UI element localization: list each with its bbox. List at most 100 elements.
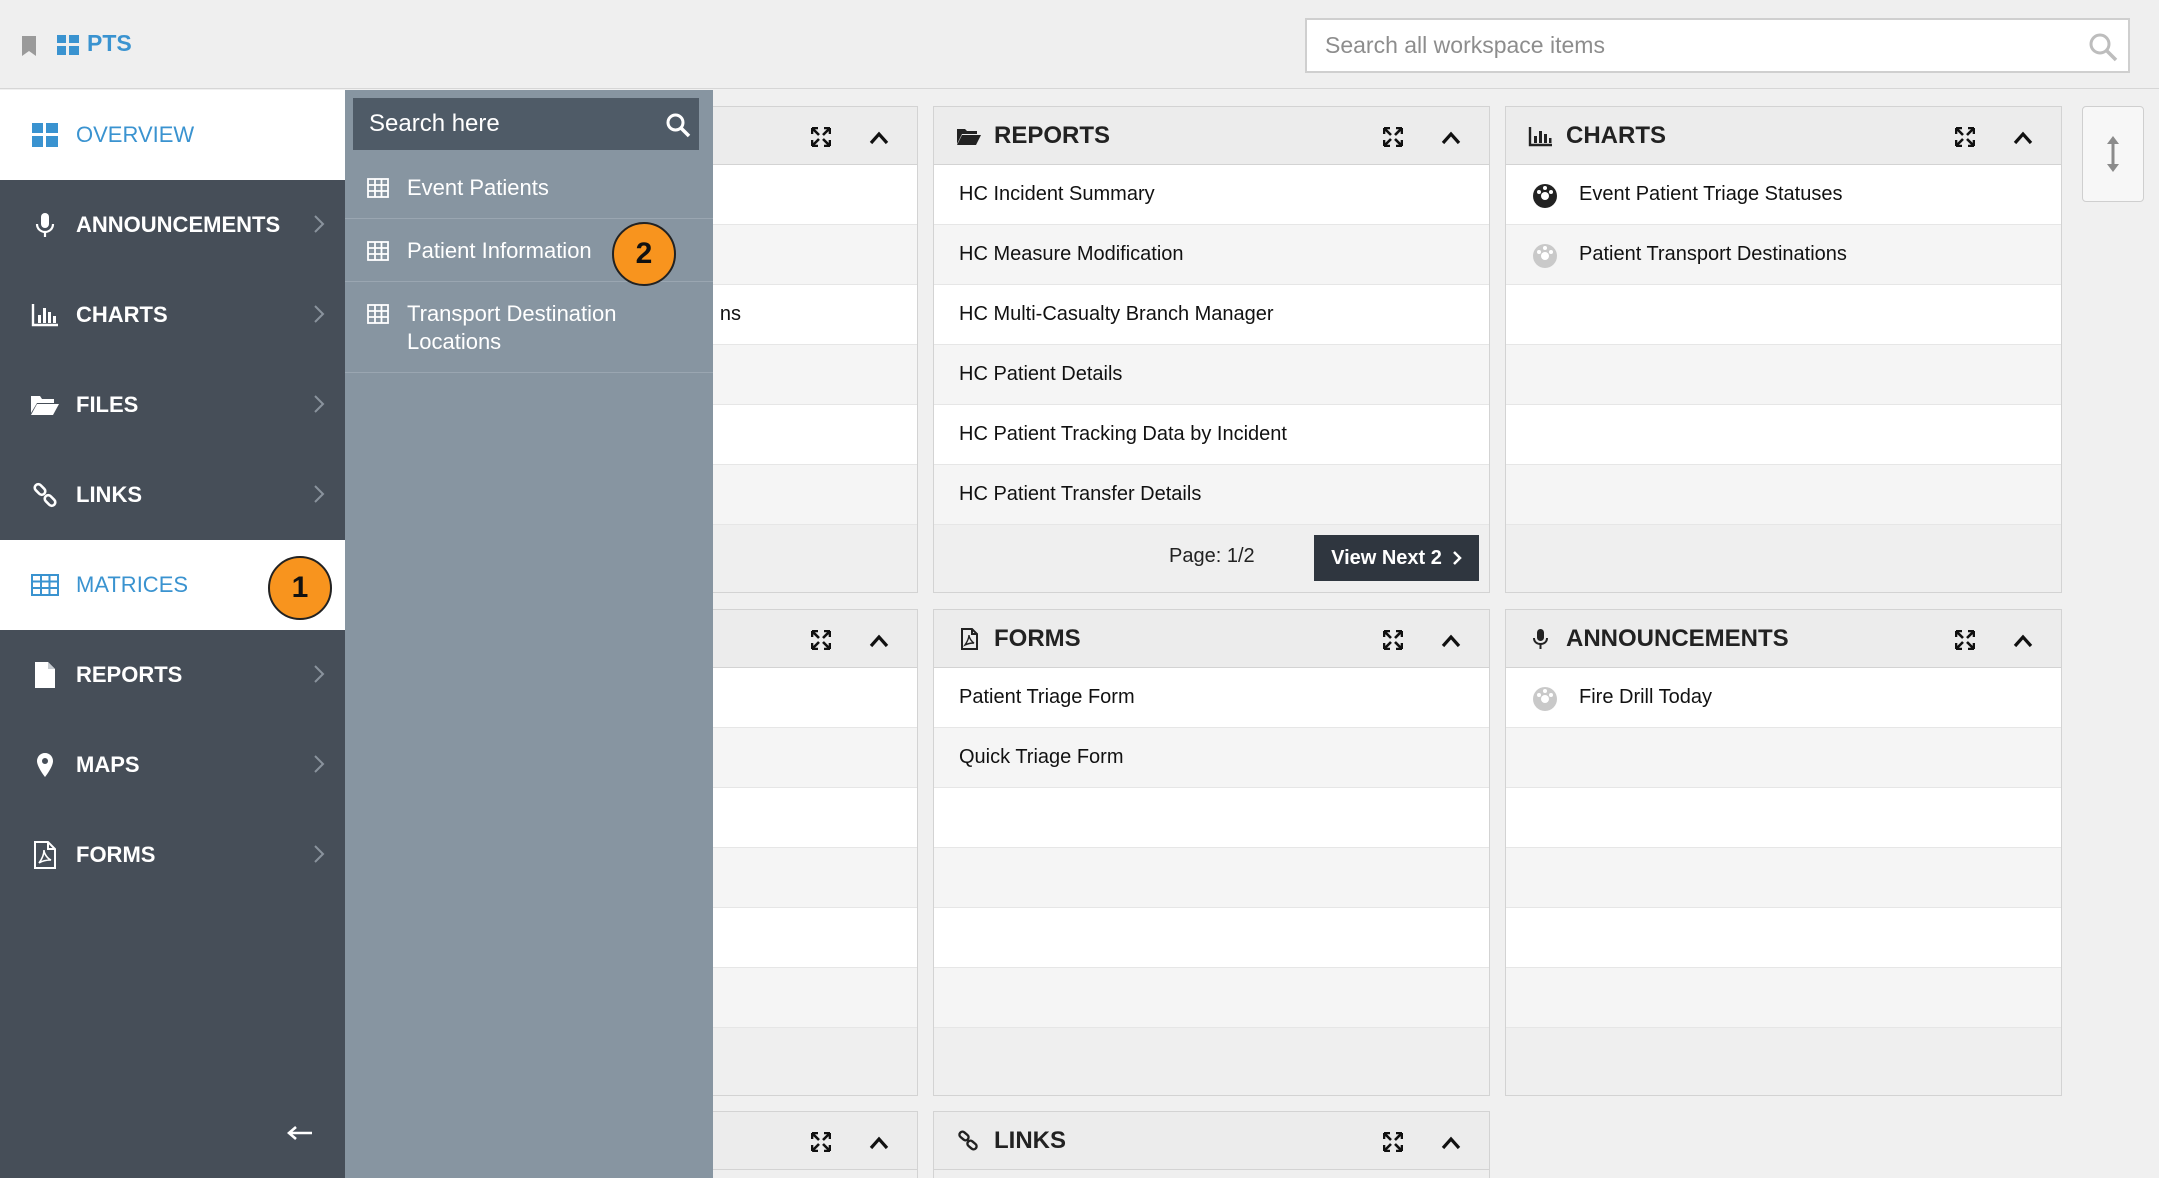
step-badge-2: 2 [612,222,676,286]
list-item [1506,968,2061,1028]
list-item [1506,728,2061,788]
page-indicator: Page: 1/2 [1169,545,1255,567]
sidebar-item-files[interactable]: FILES [0,360,345,450]
chart-item[interactable]: Event Patient Triage Statuses [1506,165,2061,225]
chevron-up-icon[interactable] [1441,634,1461,648]
panel-header: FORMS [934,610,1489,668]
panel-list: Patient Triage Form Quick Triage Form [934,668,1489,1028]
report-item[interactable]: HC Measure Modification [934,225,1489,285]
grid-icon [30,122,60,148]
chart-item-label: Patient Transport Destinations [1579,243,1847,265]
top-bar: PTS [0,0,2159,89]
chevron-up-icon[interactable] [869,634,889,648]
map-pin-icon [30,752,60,778]
chevron-right-icon [314,305,325,323]
workspace-name[interactable]: PTS [87,30,132,57]
report-item[interactable]: HC Multi-Casualty Branch Manager [934,285,1489,345]
panel-header: ANNOUNCEMENTS [1506,610,2061,668]
dashboard-gauge-icon [1533,183,1557,208]
announcement-item[interactable]: Fire Drill Today [1506,668,2061,728]
list-item [1506,788,2061,848]
panel-title: FORMS [994,624,1081,652]
form-item[interactable]: Quick Triage Form [934,728,1489,788]
microphone-icon [30,212,60,238]
link-icon [30,482,60,508]
list-item-label: ns [719,303,741,325]
flyout-search-input[interactable] [353,98,643,150]
expand-icon[interactable] [811,127,831,147]
chevron-up-icon[interactable] [1441,131,1461,145]
sidebar-item-overview[interactable]: OVERVIEW [0,90,345,180]
table-icon [367,241,389,261]
expand-icon[interactable] [811,1132,831,1152]
chevron-right-icon [1453,551,1462,565]
panel-title: LINKS [994,1126,1066,1154]
chevron-up-icon[interactable] [2013,131,2033,145]
link-icon [958,1130,978,1150]
chevron-up-icon[interactable] [869,1136,889,1150]
chevron-up-icon[interactable] [1441,1136,1461,1150]
sidebar-item-announcements[interactable]: ANNOUNCEMENTS [0,180,345,270]
list-item [934,788,1489,848]
bookmark-icon[interactable] [20,35,38,57]
panel-forms: FORMS Patient Triage Form Quick Triage F… [933,609,1490,1096]
panel-reports: REPORTS HC Incident Summary HC Measure M… [933,106,1490,593]
sidebar-item-label: ANNOUNCEMENTS [76,212,281,237]
report-item[interactable]: HC Incident Summary [934,165,1489,225]
report-item[interactable]: HC Patient Details [934,345,1489,405]
expand-icon[interactable] [1955,127,1975,147]
panel-title: REPORTS [994,121,1111,149]
document-icon [30,662,60,688]
chevron-up-icon[interactable] [869,131,889,145]
dashboard-gauge-icon [1533,686,1557,711]
expand-icon[interactable] [811,630,831,650]
table-icon [367,178,389,198]
sidebar: OVERVIEW ANNOUNCEMENTS CHARTS FILES LINK… [0,90,345,1178]
view-next-button[interactable]: View Next 2 [1314,535,1479,581]
search-icon[interactable] [665,112,691,138]
list-item [1506,465,2061,525]
microphone-icon [1533,628,1548,649]
panel-header: CHARTS [1506,107,2061,165]
panel-header: LINKS [934,1112,1489,1170]
step-badge-1: 1 [268,556,332,620]
panel-header: REPORTS [934,107,1489,165]
layout-resize-handle[interactable] [2082,106,2144,202]
expand-icon[interactable] [1383,1132,1403,1152]
expand-icon[interactable] [1383,630,1403,650]
list-item [1506,405,2061,465]
list-item [1506,285,2061,345]
chart-item[interactable]: Patient Transport Destinations [1506,225,2061,285]
sidebar-item-links[interactable]: LINKS [0,450,345,540]
workspace-search-input[interactable] [1307,20,2067,71]
search-icon[interactable] [2088,32,2118,62]
sidebar-item-label: MAPS [76,752,140,777]
expand-icon[interactable] [1955,630,1975,650]
list-item [934,908,1489,968]
form-item[interactable]: Patient Triage Form [934,668,1489,728]
sidebar-item-forms[interactable]: FORMS [0,810,345,900]
folder-open-icon [957,128,981,145]
table-icon [367,304,389,324]
report-item[interactable]: HC Patient Tracking Data by Incident [934,405,1489,465]
expand-icon[interactable] [1383,127,1403,147]
chevron-up-icon[interactable] [2013,634,2033,648]
panel-list: HC Incident Summary HC Measure Modificat… [934,165,1489,525]
flyout-search [353,98,699,150]
chevron-right-icon [314,395,325,413]
sidebar-item-maps[interactable]: MAPS [0,720,345,810]
chevron-right-icon [314,215,325,233]
sidebar-item-label: MATRICES [76,572,189,597]
sidebar-item-label: LINKS [76,482,142,507]
view-next-label: View Next 2 [1331,546,1442,569]
collapse-sidebar-arrow-icon[interactable] [286,1124,314,1142]
report-item[interactable]: HC Patient Transfer Details [934,465,1489,525]
list-item [1506,908,2061,968]
sidebar-item-label: FORMS [76,842,156,867]
pdf-form-icon [961,627,978,650]
flyout-item-transport-destination-locations[interactable]: Transport Destination Locations [345,282,713,373]
flyout-item-event-patients[interactable]: Event Patients [345,156,713,219]
sidebar-item-charts[interactable]: CHARTS [0,270,345,360]
panel-list: Event Patient Triage Statuses Patient Tr… [1506,165,2061,525]
sidebar-item-reports[interactable]: REPORTS [0,630,345,720]
